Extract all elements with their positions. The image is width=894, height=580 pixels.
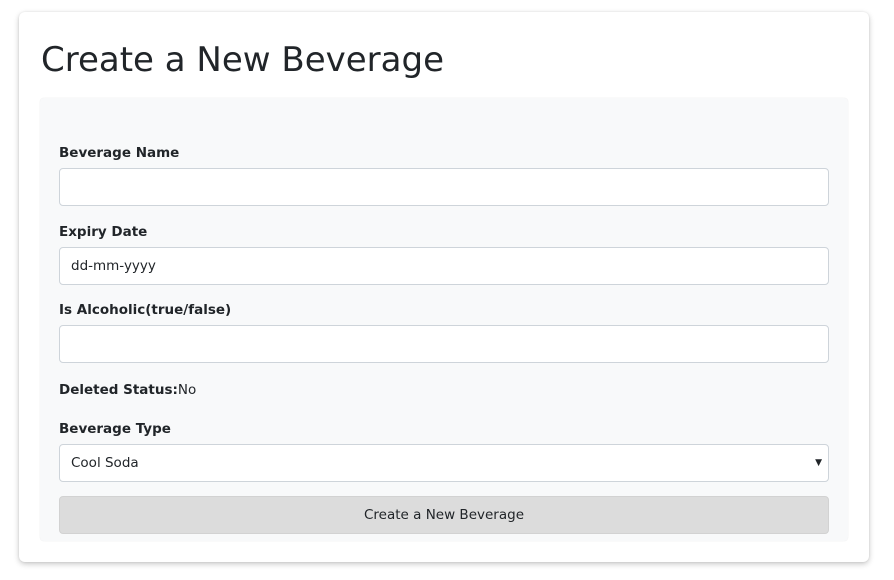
beverage-form: Beverage Name Expiry Date Is Alcoholic(t…: [40, 98, 848, 541]
deleted-status-value: No: [177, 382, 197, 398]
expiry-date-input[interactable]: [59, 247, 829, 285]
expiry-date-label: Expiry Date: [59, 224, 148, 240]
chevron-down-icon: ▼: [815, 458, 822, 468]
beverage-name-label: Beverage Name: [59, 145, 180, 161]
deleted-status-label: Deleted Status:: [59, 382, 178, 398]
create-beverage-button[interactable]: Create a New Beverage: [59, 496, 829, 534]
beverage-name-input[interactable]: [59, 168, 829, 206]
is-alcoholic-label: Is Alcoholic(true/false): [59, 302, 232, 318]
is-alcoholic-input[interactable]: [59, 325, 829, 363]
beverage-type-label: Beverage Type: [59, 421, 171, 437]
create-beverage-card: Create a New Beverage Beverage Name Expi…: [19, 12, 869, 562]
beverage-type-select[interactable]: Cool Soda ▼: [59, 444, 829, 482]
beverage-type-selected-value: Cool Soda: [71, 455, 139, 471]
deleted-status: Deleted Status:No: [59, 381, 196, 399]
page-title: Create a New Beverage: [41, 40, 444, 80]
